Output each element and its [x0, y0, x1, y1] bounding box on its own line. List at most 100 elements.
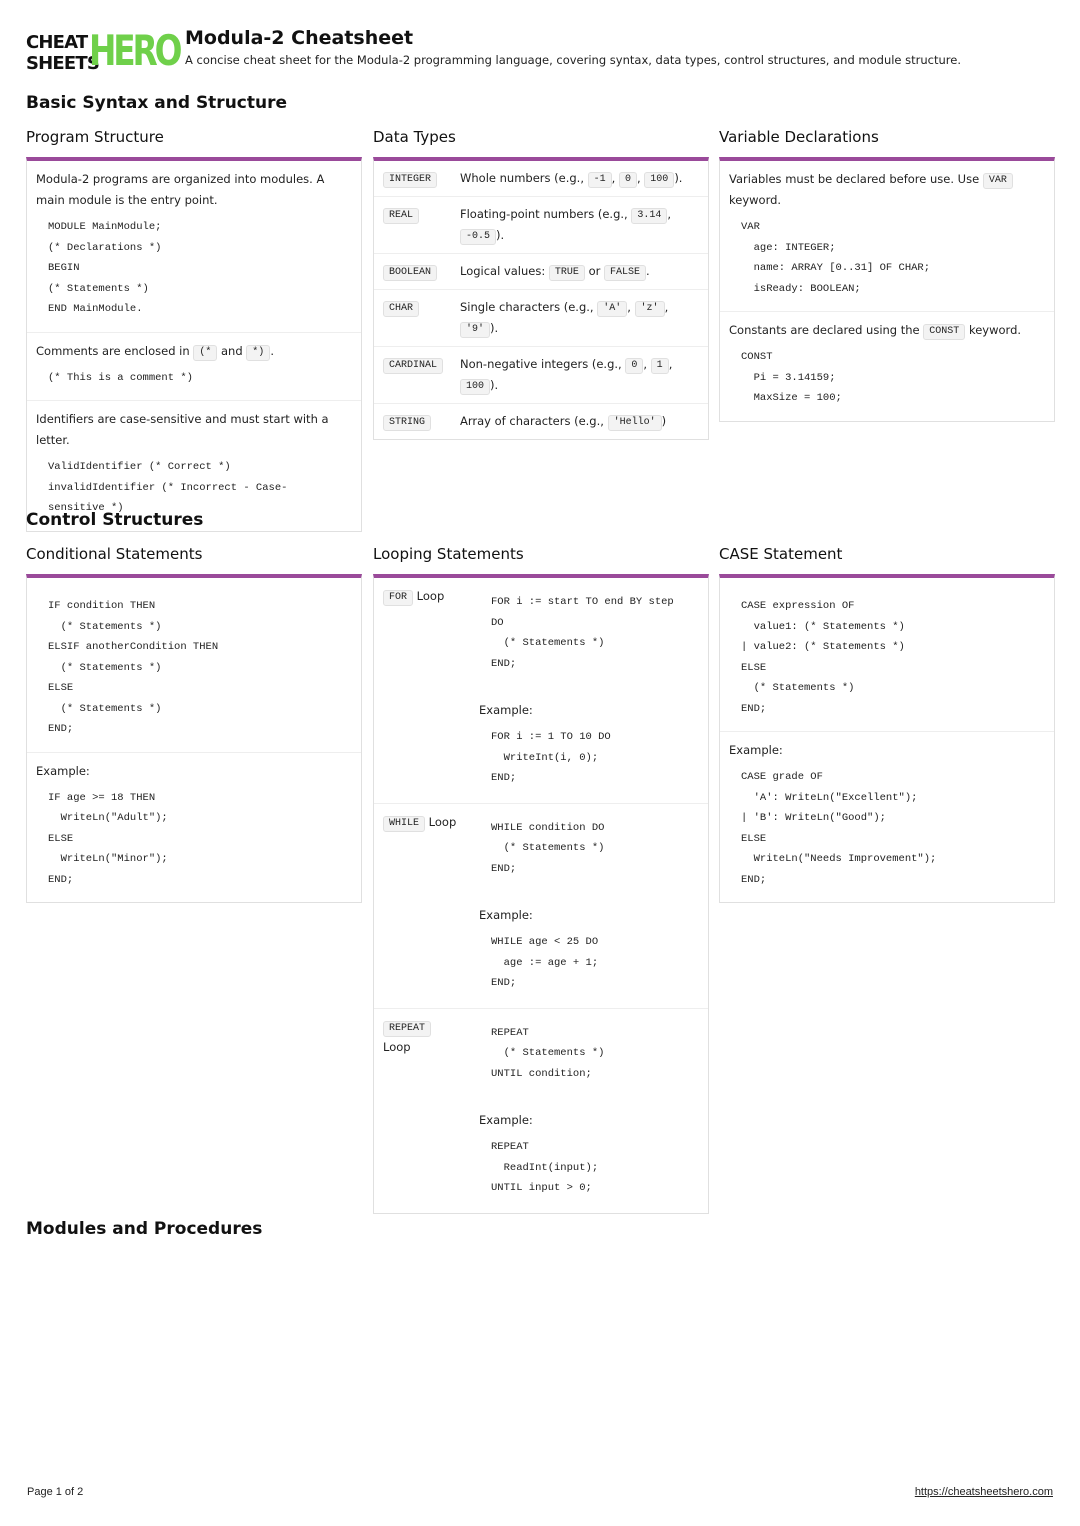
data-type-description: Floating-point numbers (e.g., 3.14, -0.5… [460, 204, 699, 246]
text-span: Variables must be declared before use. U… [729, 172, 980, 186]
separator: , [668, 357, 673, 371]
separator: or [588, 264, 601, 278]
inline-code: CARDINAL [383, 358, 444, 374]
code-block: IF condition THEN (* Statements *) ELSIF… [48, 600, 219, 735]
card-row: Comments are enclosed in (* and *). (* T… [27, 331, 361, 401]
loop-body: REPEAT (* Statements *) UNTIL condition;… [479, 1017, 699, 1203]
code-block: IF age >= 18 THEN WriteLn("Adult"); ELSE… [48, 791, 168, 886]
inline-code: '9' [460, 322, 491, 338]
inline-code: -1 [587, 172, 612, 188]
code-block: FOR i := start TO end BY step DO (* Stat… [491, 596, 674, 670]
text-span: ). [674, 171, 683, 185]
card-title-data-types: Data Types [373, 128, 456, 146]
code-block: MODULE MainModule; (* Declarations *) BE… [48, 221, 162, 315]
inline-code: 'Hello' [607, 415, 662, 431]
loop-key: REPEAT Loop [383, 1017, 479, 1203]
inline-code: 0 [618, 172, 637, 188]
example-label: Example: [36, 763, 90, 778]
loop-label: Loop [383, 1039, 411, 1054]
card-title-program-structure: Program Structure [26, 128, 164, 146]
card-row: Constants are declared using the CONST k… [720, 311, 1054, 421]
inline-code: INTEGER [383, 172, 438, 188]
inline-code: 100 [644, 172, 675, 188]
card-variable-declarations: Variables must be declared before use. U… [719, 157, 1055, 422]
inline-code: FOR [383, 590, 414, 606]
text-span: Constants are declared using the [729, 323, 920, 337]
inline-code: 'A' [597, 301, 628, 317]
logo-hero: HERO [89, 26, 183, 75]
page-subtitle: A concise cheat sheet for the Modula-2 p… [185, 53, 962, 67]
inline-code: *) [246, 344, 271, 361]
program-structure-intro: Modula-2 programs are organized into mod… [36, 172, 325, 207]
inline-code: FALSE [603, 265, 646, 281]
data-type-description: Logical values: TRUE or FALSE. [460, 261, 699, 282]
inline-code: CONST [923, 324, 966, 340]
site-link[interactable]: https://cheatsheetshero.com [915, 1486, 1053, 1498]
section-title-control: Control Structures [26, 510, 204, 530]
card-row: Example: IF age >= 18 THEN WriteLn("Adul… [27, 751, 361, 903]
inline-code: REPEAT [383, 1020, 432, 1037]
const-intro: Constants are declared using the CONST k… [729, 320, 1045, 341]
card-row: Variables must be declared before use. U… [720, 161, 1054, 311]
data-type-row: INTEGER Whole numbers (e.g., -1, 0, 100). [374, 161, 708, 196]
data-type-description: Non-negative integers (e.g., 0, 1, 100). [460, 354, 699, 396]
card-row: CASE expression OF value1: (* Statements… [720, 578, 1054, 731]
card-row: Example: CASE grade OF 'A': WriteLn("Exc… [720, 731, 1054, 902]
text-span: Comments are enclosed in [36, 343, 190, 358]
inline-code: WHILE [383, 815, 426, 832]
example-label: Example: [479, 1113, 533, 1127]
loop-body: FOR i := start TO end BY step DO (* Stat… [479, 586, 699, 793]
loop-label: Loop [416, 589, 445, 603]
separator: , [643, 357, 648, 371]
separator: , [664, 300, 669, 314]
card-data-types: INTEGER Whole numbers (e.g., -1, 0, 100).… [373, 157, 709, 440]
text-span: Whole numbers (e.g., [460, 171, 584, 185]
text-span: . [270, 343, 274, 358]
loop-key: WHILE Loop [383, 812, 479, 998]
data-type-row: REAL Floating-point numbers (e.g., 3.14, … [374, 196, 708, 253]
data-type-description: Whole numbers (e.g., -1, 0, 100). [460, 168, 699, 189]
text-span: and [221, 343, 243, 358]
loop-row: REPEAT Loop REPEAT (* Statements *) UNTIL … [374, 1007, 708, 1213]
code-block: CONST Pi = 3.14159; MaxSize = 100; [741, 351, 842, 404]
code-block: VAR age: INTEGER; name: ARRAY [0..31] OF… [741, 221, 931, 295]
card-looping: FOR Loop FOR i := start TO end BY step DO… [373, 574, 709, 1214]
card-conditional: IF condition THEN (* Statements *) ELSIF… [26, 574, 362, 903]
text-span: ). [490, 378, 499, 392]
data-type-row: CHAR Single characters (e.g., 'A', 'z', '… [374, 289, 708, 346]
identifiers-text: Identifiers are case-sensitive and must … [36, 412, 329, 447]
inline-code: 0 [625, 358, 644, 374]
text-span: keyword. [968, 323, 1022, 337]
inline-code: STRING [383, 415, 432, 431]
text-span: . [646, 264, 650, 278]
card-row: Modula-2 programs are organized into mod… [27, 161, 361, 332]
inline-code: 1 [650, 358, 669, 374]
inline-code: TRUE [548, 265, 585, 281]
separator: , [667, 207, 672, 221]
text-span: Floating-point numbers (e.g., [460, 207, 628, 221]
loop-key: FOR Loop [383, 586, 479, 793]
section-title-basic: Basic Syntax and Structure [26, 93, 288, 113]
data-type-key: INTEGER [383, 168, 460, 189]
data-type-description: Array of characters (e.g., 'Hello') [460, 411, 699, 432]
code-block: WHILE condition DO (* Statements *) END; [491, 821, 605, 875]
code-block: CASE expression OF value1: (* Statements… [741, 600, 905, 715]
data-type-description: Single characters (e.g., 'A', 'z', '9'). [460, 297, 699, 339]
code-block: CASE grade OF 'A': WriteLn("Excellent");… [741, 771, 937, 886]
data-type-key: STRING [383, 411, 460, 432]
inline-code: 'z' [634, 301, 665, 317]
data-type-row: CARDINAL Non-negative integers (e.g., 0, … [374, 346, 708, 403]
card-row: IF condition THEN (* Statements *) ELSIF… [27, 578, 361, 752]
card-program-structure: Modula-2 programs are organized into mod… [26, 157, 362, 532]
cheatsheets-hero-logo[interactable]: CHEAT SHEETS HERO [26, 28, 183, 76]
data-type-row: BOOLEAN Logical values: TRUE or FALSE. [374, 253, 708, 289]
example-label: Example: [479, 703, 533, 717]
inline-code: (* [193, 344, 218, 361]
text-span: ). [490, 321, 499, 335]
code-block: REPEAT (* Statements *) UNTIL condition; [491, 1026, 605, 1080]
comments-text: Comments are enclosed in (* and *). [36, 341, 352, 362]
card-title-case: CASE Statement [719, 545, 843, 563]
data-type-key: CARDINAL [383, 354, 460, 396]
code-block: REPEAT ReadInt(input); UNTIL input > 0; [491, 1141, 599, 1194]
inline-code: 100 [460, 379, 491, 395]
